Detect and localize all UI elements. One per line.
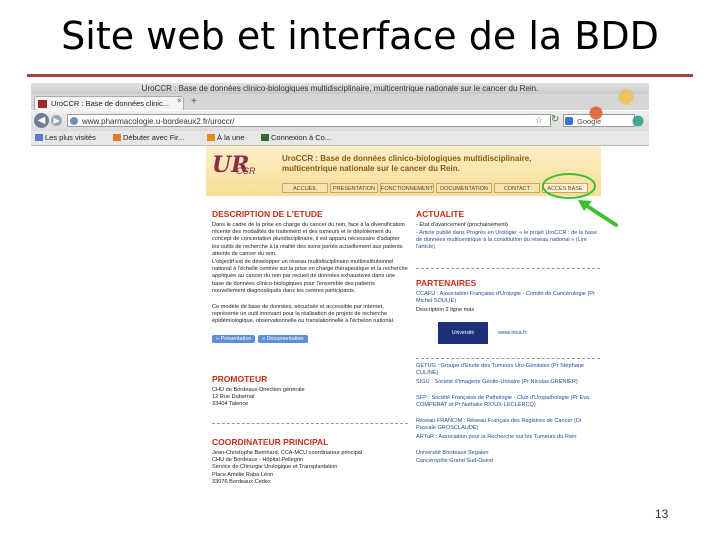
bookmark-icon [35, 134, 43, 141]
search-input[interactable]: Google [563, 114, 635, 127]
navigation-bar: ◀ ▶ www.pharmacologie.u-bordeaux2.fr/uro… [31, 111, 649, 131]
bookmark-label: Les plus visités [45, 133, 96, 142]
back-button[interactable]: ◀ [34, 113, 49, 128]
slide-number: 13 [655, 507, 669, 521]
reload-icon[interactable]: ↻ [551, 114, 559, 125]
description-text-3: Ce modèle de base de données, sécurisée … [212, 304, 395, 325]
promoteur-title: PROMOTEUR [212, 374, 268, 384]
firefox-icon [113, 134, 121, 141]
partner-francim-link[interactable]: Réseau FRANCIM : Réseau Français des Reg… [416, 418, 600, 433]
forward-button[interactable]: ▶ [51, 115, 62, 126]
pointer-arrow-icon [578, 200, 618, 227]
description-text-1: Dans le cadre de la prise en charge du c… [212, 222, 405, 257]
promoteur-text: CHU de Bordeaux-Direction générale 12 Ru… [212, 387, 305, 408]
partner-getug-link[interactable]: GETUG : Groupe d'Étude des Tumeurs Uro-G… [416, 363, 600, 378]
actualite-text-1: - Etat d'avancement (prochainement) [416, 222, 508, 228]
tab-label: UroCCR : Base de données clinic... [51, 99, 169, 108]
menu-presentation[interactable]: PRESENTATION [330, 183, 378, 193]
partner-afu-link[interactable]: CCAFU : Association Française d'Urologie… [416, 291, 600, 306]
partner-sfp-link[interactable]: SFP : Société Française de Pathologie - … [416, 395, 600, 417]
partner-sigu-link[interactable]: SIGU : Société d'Imagerie Génito-Urinair… [416, 379, 600, 394]
globe-icon [70, 117, 78, 125]
bookmark-connexion[interactable]: Connexion à Co... [261, 131, 331, 145]
description-text-2: L'objectif est de développer un réseau m… [212, 259, 408, 294]
partner-canceropole-link[interactable]: Cancéropôle Grand Sud-Ouest [416, 458, 600, 465]
separator [212, 423, 408, 424]
web-page: UR CCR UroCCR : Base de données clinico-… [206, 146, 601, 531]
address-bar[interactable]: www.pharmacologie.u-bordeaux2.fr/uroccr/ [67, 114, 551, 127]
menu-documentation[interactable]: DOCUMENTATION [436, 183, 492, 193]
bookmark-label: Débuter avec Fir... [123, 133, 185, 142]
window-title: UroCCR : Base de données clinico-biologi… [31, 83, 649, 94]
menu-fonctionnement[interactable]: FONCTIONNEMENT [380, 183, 434, 193]
site-logo-sub: CCR [236, 166, 256, 176]
close-tab-icon[interactable]: × [177, 96, 182, 105]
browser-tab[interactable]: UroCCR : Base de données clinic... [34, 96, 184, 110]
star-icon[interactable]: ☆ [535, 115, 543, 126]
menu-contact[interactable]: CONTACT [494, 183, 540, 193]
coordinateur-title: COORDINATEUR PRINCIPAL [212, 437, 329, 447]
description-title: DESCRIPTION DE L'ETUDE [212, 209, 323, 219]
separator [416, 268, 600, 269]
rss-icon [207, 134, 215, 141]
partner-website-link[interactable]: www.inca.fr [498, 330, 527, 337]
documentation-button[interactable]: » Documentation [258, 335, 308, 343]
bookmark-most-visited[interactable]: Les plus visités [35, 131, 96, 145]
highlight-ellipse [542, 173, 596, 199]
google-icon [565, 117, 573, 125]
site-title: UroCCR : Base de données clinico-biologi… [282, 154, 532, 173]
university-logo: Université [438, 322, 488, 344]
actualite-title: ACTUALITE [416, 209, 465, 219]
bookmarks-bar: Les plus visités Débuter avec Fir... À l… [31, 131, 649, 146]
new-tab-icon[interactable]: + [191, 96, 197, 107]
tab-strip: UroCCR : Base de données clinic... [31, 94, 649, 110]
actualite-article-link[interactable]: - Article publié dans Progrès en Urologi… [416, 230, 600, 259]
separator [416, 358, 600, 359]
bookmark-label: À la une [217, 133, 245, 142]
partner-university-link[interactable]: Université Bordeaux Segalen [416, 450, 600, 457]
bookmark-label: Connexion à Co... [271, 133, 332, 142]
title-divider [27, 74, 693, 77]
bookmark-icon [261, 134, 269, 141]
menu-accueil[interactable]: ACCUEIL [282, 183, 328, 193]
favicon-icon [38, 100, 47, 108]
partner-afu-description: Description 2 ligne max [416, 307, 475, 313]
bookmark-headlines[interactable]: À la une [207, 131, 245, 145]
presentation-button[interactable]: » Présentation [212, 335, 256, 343]
partner-artur-link[interactable]: ARTuR : Association pour la Recherche su… [416, 434, 600, 449]
bookmark-getting-started[interactable]: Débuter avec Fir... [113, 131, 184, 145]
slide-title: Site web et interface de la BDD [61, 14, 659, 58]
partenaires-title: PARTENAIRES [416, 278, 477, 288]
coordinateur-text: Jean-Christophe Bernhard, CCA-MCU coordi… [212, 450, 363, 485]
browser-screenshot: UroCCR : Base de données clinico-biologi… [31, 83, 649, 531]
